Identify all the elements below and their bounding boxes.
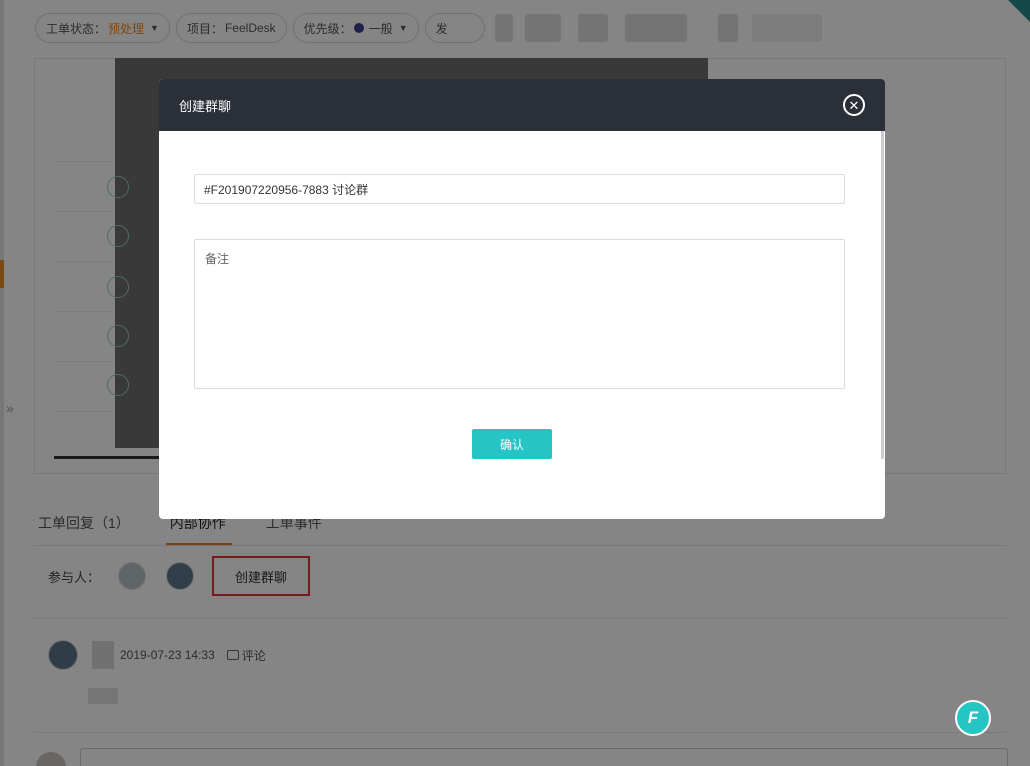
dialog-header: 创建群聊 ✕ (159, 79, 885, 131)
feeldesk-float-button[interactable]: F (955, 700, 991, 736)
note-textarea[interactable] (194, 239, 845, 389)
group-name-input[interactable] (194, 174, 845, 204)
confirm-button[interactable]: 确认 (472, 429, 552, 459)
dialog-title: 创建群聊 (179, 98, 232, 114)
dialog-scrollbar[interactable] (881, 131, 884, 459)
close-icon[interactable]: ✕ (843, 94, 865, 116)
create-group-chat-dialog: 创建群聊 ✕ 确认 (159, 79, 885, 519)
